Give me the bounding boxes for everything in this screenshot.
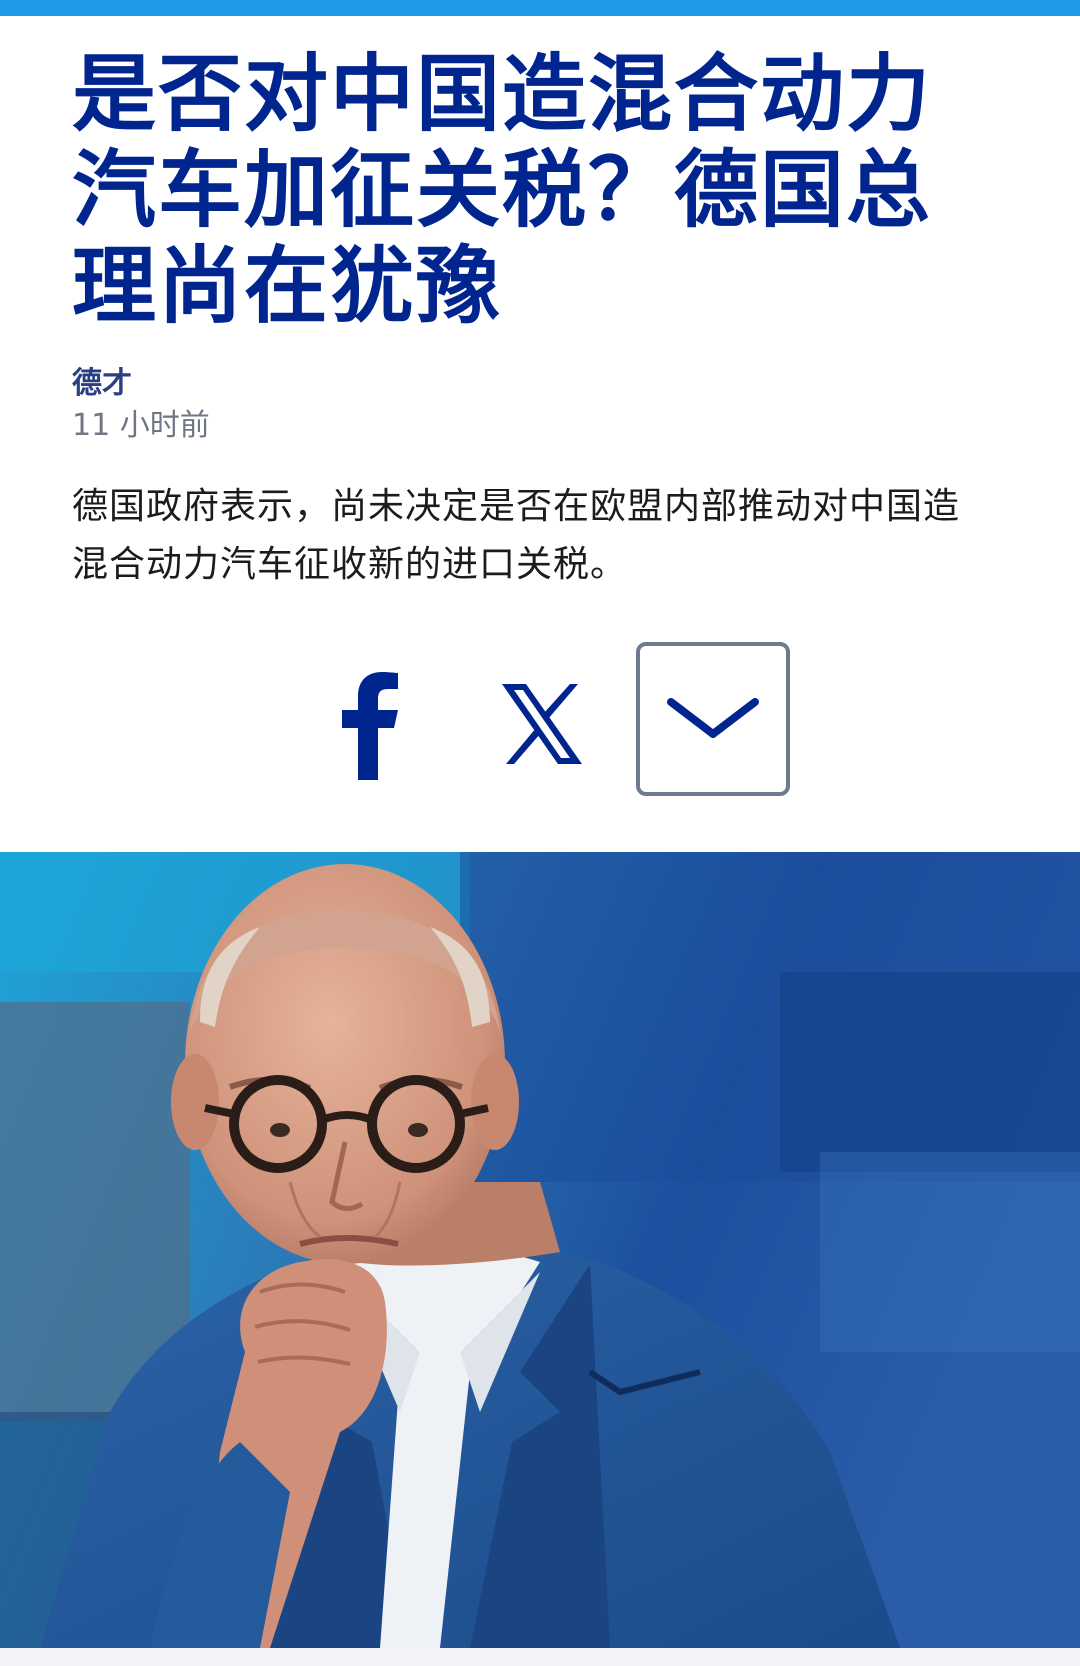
article-author[interactable]: 德才: [72, 364, 972, 404]
share-toolbar: [0, 642, 1080, 798]
share-more-button[interactable]: [636, 642, 790, 796]
share-x-button[interactable]: [500, 682, 584, 766]
article-lede: 德国政府表示，尚未决定是否在欧盟内部推动对中国造混合动力汽车征收新的进口关税。: [72, 486, 961, 585]
bottom-strip: [0, 1648, 1080, 1666]
article-header: 是否对中国造混合动力汽车加征关税？德国总理尚在犹豫 德才 11 小时前 德国政府…: [72, 46, 972, 630]
top-accent-bar: [0, 0, 1080, 16]
hero-photo: [0, 852, 1080, 1648]
x-icon: [502, 684, 582, 764]
article-headline: 是否对中国造混合动力汽车加征关税？德国总理尚在犹豫: [72, 45, 933, 335]
chevron-down-icon: [667, 698, 759, 738]
article-timestamp: 11 小时前: [72, 408, 210, 443]
facebook-icon: [342, 672, 398, 780]
share-facebook-button[interactable]: [336, 670, 406, 780]
